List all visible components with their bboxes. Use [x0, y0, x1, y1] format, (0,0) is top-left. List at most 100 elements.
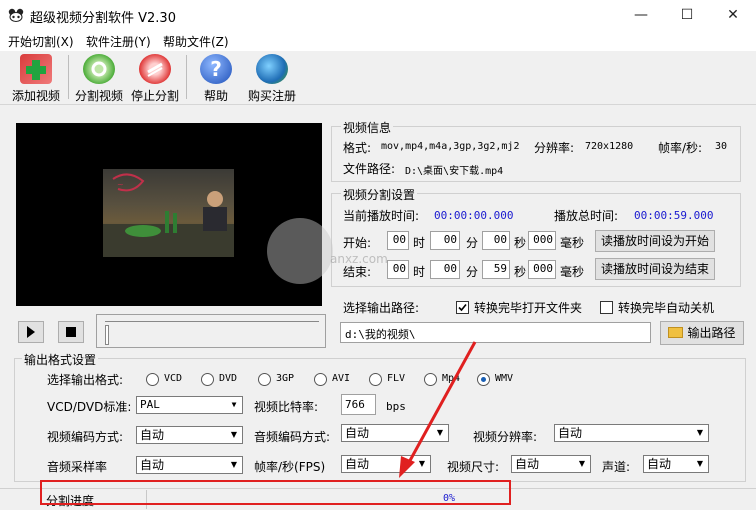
- buy-register-icon: [256, 54, 288, 84]
- add-video-button[interactable]: 添加视频: [8, 51, 64, 103]
- start-minute-input[interactable]: 00: [430, 231, 460, 250]
- stop-button[interactable]: [58, 321, 84, 343]
- audio-sample-select[interactable]: 自动 ▼: [136, 456, 243, 474]
- vcd-standard-value: PAL: [140, 398, 160, 411]
- minimize-button[interactable]: —: [618, 0, 664, 31]
- fps-value: 30: [715, 141, 728, 152]
- start-hour-input[interactable]: 00: [387, 231, 409, 250]
- add-video-icon: [20, 54, 52, 84]
- help-label: 帮助: [203, 89, 228, 103]
- total-time-value: 00:00:59.000: [634, 209, 714, 222]
- toolbar-separator: [68, 55, 69, 99]
- start-second-input[interactable]: 00: [482, 231, 510, 250]
- menu-bar: 开始切割(X) 软件注册(Y) 帮助文件(Z): [0, 31, 756, 51]
- video-resolution-value: 自动: [558, 426, 583, 440]
- current-time-label: 当前播放时间:: [343, 209, 420, 223]
- format-value: mov,mp4,m4a,3gp,3g2,mj2: [381, 141, 520, 152]
- open-folder-checkbox[interactable]: [456, 301, 469, 314]
- bitrate-input[interactable]: 766: [341, 394, 376, 415]
- vcd-standard-select[interactable]: PAL ▼: [136, 396, 243, 414]
- channel-select[interactable]: 自动 ▼: [643, 455, 709, 473]
- audio-codec-label: 音频编码方式:: [254, 430, 331, 444]
- toolbar-separator: [186, 55, 187, 99]
- maximize-button[interactable]: ☐: [664, 0, 710, 31]
- output-path-label: 选择输出路径:: [343, 301, 420, 315]
- format-radio-flv[interactable]: [369, 373, 382, 386]
- playback-slider[interactable]: [96, 314, 326, 348]
- slider-thumb[interactable]: [105, 325, 109, 345]
- select-format-label: 选择输出格式:: [47, 373, 124, 387]
- start-label: 开始:: [343, 236, 372, 250]
- resolution-label: 分辨率:: [534, 141, 575, 155]
- split-settings-title: 视频分割设置: [341, 186, 418, 203]
- stop-split-label: 停止分割: [130, 89, 179, 103]
- second-unit: 秒: [514, 236, 527, 250]
- ms-unit: 毫秒: [560, 236, 585, 250]
- menu-start-split[interactable]: 开始切割(X): [8, 33, 74, 50]
- chevron-down-icon: ▼: [226, 397, 242, 413]
- buy-register-label: 购买注册: [247, 89, 296, 103]
- video-frame-image: ~: [103, 169, 234, 257]
- format-radio-dvd[interactable]: [201, 373, 214, 386]
- end-minute-input[interactable]: 00: [430, 260, 460, 279]
- format-radio-vcd[interactable]: [146, 373, 159, 386]
- channel-label: 声道:: [602, 460, 631, 474]
- fps-select-label: 帧率/秒(FPS): [254, 460, 326, 474]
- current-time-value: 00:00:00.000: [434, 209, 514, 222]
- video-codec-select[interactable]: 自动 ▼: [136, 426, 243, 444]
- start-ms-input[interactable]: 000: [528, 231, 556, 250]
- bitrate-label: 视频比特率:: [254, 400, 319, 414]
- audio-sample-value: 自动: [140, 458, 165, 472]
- menu-help-file[interactable]: 帮助文件(Z): [163, 33, 229, 50]
- close-button[interactable]: ✕: [710, 0, 756, 31]
- chevron-down-icon: ▼: [692, 425, 708, 441]
- add-video-label: 添加视频: [11, 89, 60, 103]
- output-format-title: 输出格式设置: [22, 351, 99, 368]
- format-radio-avi[interactable]: [314, 373, 327, 386]
- format-label-3gp: 3GP: [276, 373, 295, 384]
- total-time-label: 播放总时间:: [554, 209, 619, 223]
- auto-shutdown-checkbox[interactable]: [600, 301, 613, 314]
- end-hour-input[interactable]: 00: [387, 260, 409, 279]
- format-label-wmv: WMV: [495, 373, 514, 384]
- svg-text:~: ~: [117, 180, 124, 189]
- output-path-button[interactable]: 输出路径: [660, 321, 744, 345]
- end-ms-input[interactable]: 000: [528, 260, 556, 279]
- chevron-down-icon: ▼: [692, 456, 708, 472]
- vcd-standard-label: VCD/DVD标准:: [47, 400, 132, 414]
- video-info-title: 视频信息: [341, 119, 394, 136]
- video-resolution-select[interactable]: 自动 ▼: [554, 424, 709, 442]
- end-second-input[interactable]: 59: [482, 260, 510, 279]
- video-resolution-label: 视频分辨率:: [473, 430, 538, 444]
- video-codec-value: 自动: [140, 428, 165, 442]
- buy-register-button[interactable]: 购买注册: [244, 51, 300, 103]
- format-label: 格式:: [343, 141, 372, 155]
- format-radio-3gp[interactable]: [258, 373, 271, 386]
- split-video-button[interactable]: 分割视频: [73, 51, 125, 103]
- path-label: 文件路径:: [343, 162, 396, 176]
- video-size-value: 自动: [515, 457, 540, 471]
- path-value: D:\桌面\安下载.mp4: [405, 166, 504, 177]
- toolbar: 添加视频 分割视频 停止分割 ? 帮助 购买注册: [0, 51, 756, 105]
- help-button[interactable]: ? 帮助: [196, 51, 236, 103]
- annotation-arrow: [399, 341, 477, 478]
- split-video-icon: [83, 54, 115, 84]
- watermark-logo: [267, 218, 333, 284]
- set-start-button[interactable]: 读播放时间设为开始: [595, 230, 715, 252]
- output-path-input[interactable]: d:\我的视频\: [340, 322, 651, 343]
- channel-value: 自动: [647, 457, 672, 471]
- menu-register[interactable]: 软件注册(Y): [86, 33, 151, 50]
- window-title: 超级视频分割软件 V2.30: [30, 11, 176, 26]
- set-end-button[interactable]: 读播放时间设为结束: [595, 258, 715, 280]
- minute-unit: 分: [466, 265, 479, 279]
- title-bar: 超级视频分割软件 V2.30 — ☐ ✕: [0, 0, 756, 31]
- open-folder-label: 转换完毕打开文件夹: [474, 301, 583, 315]
- play-button[interactable]: [18, 321, 44, 343]
- ms-unit: 毫秒: [560, 265, 585, 279]
- slider-track: [105, 321, 319, 322]
- minute-unit: 分: [466, 236, 479, 250]
- audio-codec-value: 自动: [345, 426, 370, 440]
- video-size-select[interactable]: 自动 ▼: [511, 455, 591, 473]
- stop-split-button[interactable]: 停止分割: [129, 51, 181, 103]
- chevron-down-icon: ▼: [226, 457, 242, 473]
